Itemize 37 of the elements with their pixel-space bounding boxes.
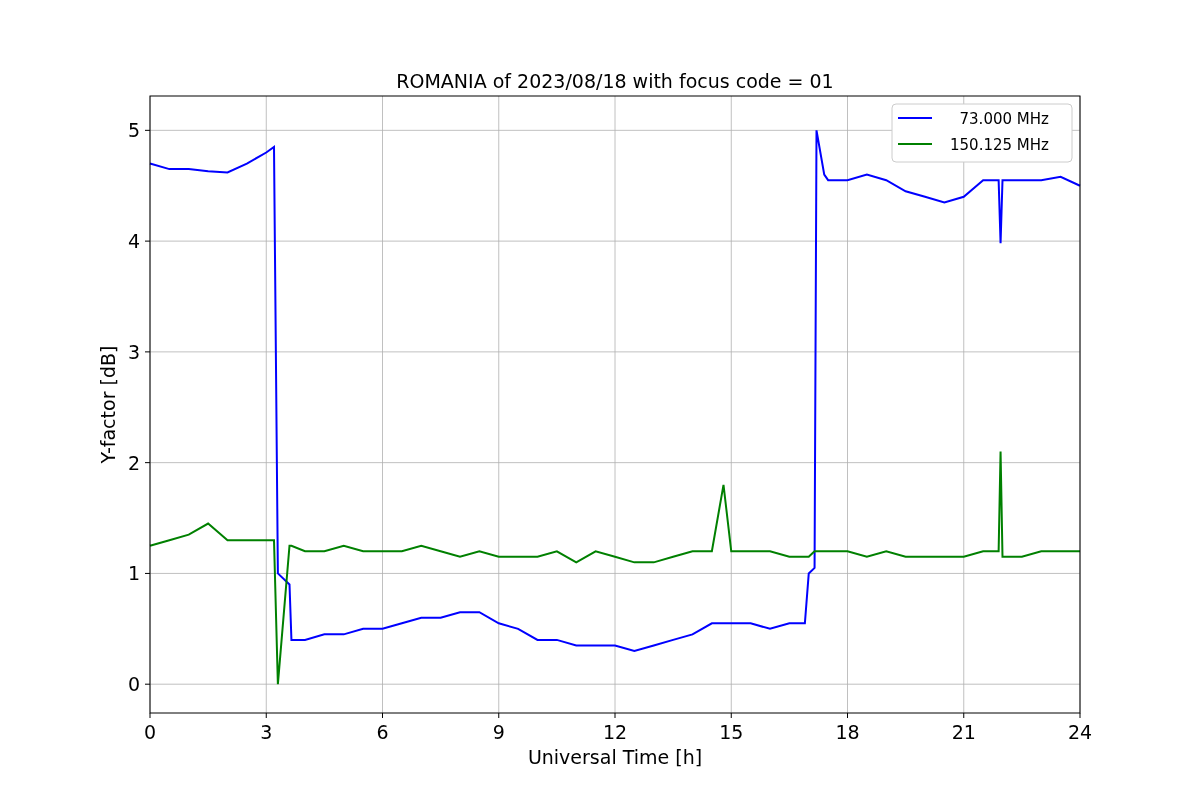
tick-mark <box>963 712 965 719</box>
tick-mark <box>1079 712 1081 719</box>
tick-label: 21 <box>951 721 976 743</box>
chart-title: ROMANIA of 2023/08/18 with focus code = 01 <box>396 70 834 92</box>
tick-label: 0 <box>127 673 140 696</box>
tick-mark <box>144 240 151 242</box>
tick-label: 24 <box>1067 721 1093 743</box>
tick-label: 18 <box>835 721 860 743</box>
tick-label: 6 <box>376 721 389 743</box>
legend-label: 150.125 MHz <box>950 136 1049 154</box>
tick-mark <box>498 712 500 719</box>
tick-mark <box>144 572 151 574</box>
tick-label: 5 <box>127 119 140 142</box>
tick-label: 3 <box>260 721 273 743</box>
tick-label: 0 <box>143 721 157 743</box>
tick-mark <box>265 712 267 719</box>
tick-mark <box>149 712 151 719</box>
tick-label: 9 <box>492 721 505 743</box>
axis-label: Y-factor [dB] <box>97 345 119 464</box>
axis-label: Universal Time [h] <box>527 746 703 768</box>
tick-mark <box>144 351 151 353</box>
legend-line <box>897 143 933 145</box>
tick-label: 15 <box>719 721 744 743</box>
tick-label: 2 <box>127 451 140 474</box>
tick-label: 1 <box>127 562 140 585</box>
tick-label: 3 <box>127 340 140 363</box>
tick-mark <box>730 712 732 719</box>
tick-mark <box>847 712 848 719</box>
tick-mark <box>144 462 151 464</box>
tick-label: 12 <box>602 721 628 743</box>
tick-mark <box>144 129 151 131</box>
tick-mark <box>382 712 383 719</box>
legend-line <box>897 117 933 119</box>
tick-label: 4 <box>127 230 140 253</box>
tick-mark <box>144 683 151 685</box>
legend-label: 73.000 MHz <box>959 110 1049 128</box>
tick-mark <box>614 712 616 719</box>
